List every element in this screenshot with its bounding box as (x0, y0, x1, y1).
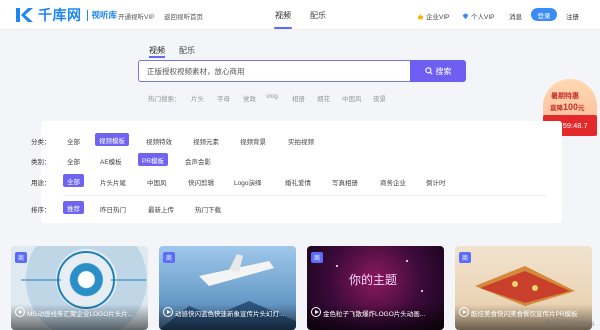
vip-company-label: 企业VIP (426, 14, 450, 21)
vip-personal-link[interactable]: 个人VIP (462, 11, 494, 21)
search-button[interactable]: 搜索 (410, 60, 466, 82)
filter-option[interactable]: 快闪剪辑 (188, 177, 214, 187)
filter-option[interactable]: 实拍视频 (288, 136, 314, 146)
filter-option[interactable]: 视频特效 (146, 136, 172, 146)
play-icon[interactable] (311, 307, 321, 317)
hot-word[interactable]: 片头 (191, 93, 204, 103)
video-card[interactable]: 你的主题 商 金色粒子飞散爆炸LOGO片头动画... (307, 246, 444, 330)
hot-word[interactable]: 夜景 (373, 93, 386, 103)
filter-option[interactable]: 视频背景 (240, 136, 266, 146)
logo-text: 千库网 (38, 7, 82, 23)
filter-panel: 分类： 全部 视频模板 视频特效 视频元素 视频背景 实拍视频 类别： 全部 A… (31, 121, 562, 223)
sort-option[interactable]: 热门下载 (195, 204, 221, 214)
open-vip-link[interactable]: 开通视听VIP (118, 11, 154, 21)
tab-music[interactable]: 配乐 (310, 10, 326, 21)
tab-video[interactable]: 视频 (275, 10, 291, 21)
login-button[interactable]: 登录 (531, 8, 557, 21)
hot-word[interactable]: 中国风 (342, 93, 362, 103)
video-card[interactable]: 商 动感快闪蓝色快速新象宣传片头幻灯... (159, 246, 296, 330)
card-badge: 商 (311, 252, 323, 263)
hot-word[interactable]: vlog (266, 93, 278, 100)
card-title: MG动画线条汇聚企业LOGO片头片... (27, 311, 134, 318)
hot-search-label: 热门搜索： (148, 96, 181, 103)
filter-type-row: 类别： 全部 AE模板 PR模板 会声会影 (31, 153, 562, 167)
filter-option[interactable]: 中国风 (147, 177, 167, 187)
filter-option[interactable]: 婚礼爱情 (285, 177, 311, 187)
filter-option[interactable]: AE模板 (100, 156, 122, 166)
filter-option-selected[interactable]: PR模板 (138, 153, 169, 166)
svg-text:你的主题: 你的主题 (349, 272, 397, 287)
filter-sort-row: 排序： 推荐 昨日热门 最新上传 热门下载 (31, 201, 562, 215)
filter-option[interactable]: 全部 (67, 136, 80, 146)
crown-icon (417, 13, 424, 19)
filter-option-selected[interactable]: 全部 (63, 174, 84, 187)
filter-option[interactable]: 视频元素 (193, 136, 219, 146)
search-box (138, 60, 410, 82)
card-badge: 商 (459, 252, 471, 263)
filter-type-label: 类别： (31, 159, 51, 166)
sort-option[interactable]: 最新上传 (148, 204, 174, 214)
filter-option[interactable]: 写真相册 (332, 177, 358, 187)
back-home-link[interactable]: 返回视听首页 (164, 11, 203, 21)
play-icon[interactable] (15, 307, 25, 317)
filter-category-label: 分类： (31, 139, 51, 146)
vip-company-link[interactable]: 企业VIP (417, 11, 449, 21)
logo-mark-icon (14, 7, 36, 23)
top-header: 千库网 视听库 开通视听VIP 返回视听首页 视频 配乐 企业VIP 个人VIP… (0, 0, 600, 30)
card-title: 金色粒子飞散爆炸LOGO片头动画... (323, 311, 426, 318)
play-icon[interactable] (459, 307, 469, 317)
search-tab-indicator (149, 56, 165, 58)
diamond-icon (462, 13, 469, 19)
filter-sort-label: 排序： (31, 207, 51, 214)
filter-option-selected[interactable]: 视频模板 (95, 133, 129, 146)
filter-option[interactable]: 商务企业 (380, 177, 406, 187)
promo-title: 暑期特惠 (551, 93, 579, 100)
card-title: 动感快闪蓝色快速新象宣传片头幻灯... (175, 311, 285, 318)
filter-category-row: 分类： 全部 视频模板 视频特效 视频元素 视频背景 实拍视频 (31, 133, 562, 147)
hot-word[interactable]: 烟花 (317, 93, 330, 103)
card-badge: 商 (163, 252, 175, 263)
hot-word[interactable]: 相册 (292, 93, 305, 103)
filter-option[interactable]: 片头片尾 (100, 177, 126, 187)
site-logo[interactable]: 千库网 视听库 (14, 6, 117, 24)
play-icon[interactable] (163, 307, 173, 317)
video-card[interactable]: 商 MG动画线条汇聚企业LOGO片头片... (11, 246, 148, 330)
search-button-label: 搜索 (435, 66, 452, 76)
active-tab-indicator (274, 27, 292, 29)
logo-divider (86, 9, 88, 21)
hot-word[interactable]: 字母 (217, 93, 230, 103)
filter-usage-label: 用途： (31, 180, 51, 187)
search-tab-music[interactable]: 配乐 (179, 45, 195, 56)
sort-option[interactable]: 昨日热门 (100, 204, 126, 214)
filter-option[interactable]: Logo演绎 (234, 177, 261, 187)
filter-usage-row: 用途： 全部 片头片尾 中国风 快闪剪辑 Logo演绎 婚礼爱情 写真相册 商务… (31, 174, 562, 188)
filter-option[interactable]: 会声会影 (185, 156, 211, 166)
logo-sub: 视听库 (91, 10, 118, 20)
card-title: 酷炫美食快闪美食餐饮宣传片PR模板 (471, 311, 578, 318)
card-badge: 商 (15, 252, 27, 263)
filter-option[interactable]: 倒计时 (426, 177, 446, 187)
sort-option-selected[interactable]: 推荐 (63, 201, 84, 214)
filter-option[interactable]: 全部 (67, 156, 80, 166)
message-link[interactable]: 消息 (509, 11, 522, 21)
search-input[interactable] (139, 61, 410, 81)
hot-word[interactable]: 党政 (243, 93, 256, 103)
search-tab-video[interactable]: 视频 (149, 45, 165, 56)
vip-personal-label: 个人VIP (471, 14, 495, 21)
search-icon (424, 67, 433, 75)
register-link[interactable]: 注册 (566, 11, 579, 21)
promo-price: 直降100元 (550, 102, 585, 112)
windows-watermark: 激活 Windows (544, 319, 595, 328)
filter-divider (63, 195, 547, 196)
